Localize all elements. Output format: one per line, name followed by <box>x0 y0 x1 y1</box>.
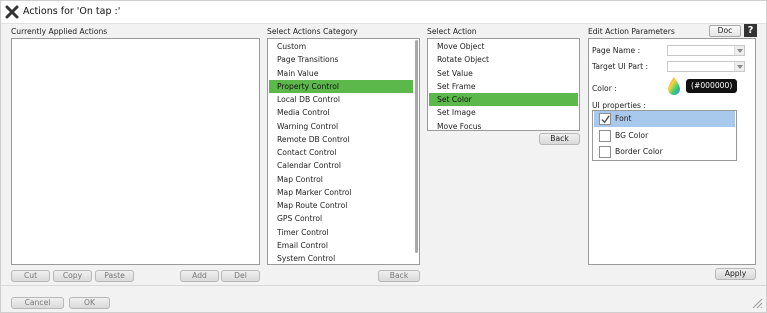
ui-property-label: Font <box>615 114 632 123</box>
add-button[interactable]: Add <box>180 270 219 282</box>
copy-button[interactable]: Copy <box>53 270 92 282</box>
category-item[interactable]: Media Control <box>269 106 413 119</box>
checkbox-checked-icon[interactable] <box>599 113 611 125</box>
target-ui-part-label: Target UI Part : <box>592 62 649 71</box>
target-ui-part-dropdown[interactable] <box>667 61 745 72</box>
action-item[interactable]: Rotate Object <box>429 53 578 66</box>
params-heading: Edit Action Parameters <box>588 27 675 36</box>
color-picker-icon[interactable] <box>668 77 680 95</box>
category-item[interactable]: GPS Control <box>269 212 413 225</box>
category-item[interactable]: Timer Control <box>269 226 413 239</box>
ui-properties-list[interactable]: Font BG Color Border Color <box>592 110 737 161</box>
ui-properties-label: UI properties : <box>592 101 646 110</box>
category-item[interactable]: Map Control <box>269 173 413 186</box>
applied-actions-heading: Currently Applied Actions <box>11 27 108 36</box>
paste-button[interactable]: Paste <box>95 270 134 282</box>
category-item[interactable]: Remote DB Control <box>269 133 413 146</box>
close-icon[interactable] <box>5 5 19 19</box>
chevron-down-icon <box>734 62 744 71</box>
checkbox-icon[interactable] <box>599 146 611 158</box>
action-item[interactable]: Move Focus <box>429 120 578 133</box>
action-back-button[interactable]: Back <box>539 133 580 145</box>
category-item[interactable]: Custom <box>269 40 413 53</box>
footer-divider <box>1 285 766 286</box>
category-item[interactable]: Warning Control <box>269 120 413 133</box>
category-heading: Select Actions Category <box>267 27 358 36</box>
ui-property-row[interactable]: Font <box>594 111 735 127</box>
ui-property-label: Border Color <box>615 147 663 156</box>
action-item[interactable]: Set Image <box>429 106 578 119</box>
category-item[interactable]: System Control <box>269 252 413 265</box>
color-value-chip[interactable]: (#000000) <box>686 79 738 93</box>
action-list[interactable]: Move Object Rotate Object Set Value Set Fra… <box>427 38 580 131</box>
action-item[interactable]: Set Color <box>429 93 578 106</box>
resize-grip-icon[interactable] <box>749 295 763 309</box>
help-icon[interactable]: ? <box>744 24 757 37</box>
category-item[interactable]: Calendar Control <box>269 159 413 172</box>
ui-property-row[interactable]: Border Color <box>594 144 735 160</box>
chevron-down-icon <box>734 46 744 55</box>
category-scrollbar[interactable] <box>415 40 418 253</box>
category-back-button[interactable]: Back <box>378 270 420 282</box>
category-item[interactable]: Map Marker Control <box>269 186 413 199</box>
doc-button[interactable]: Doc <box>709 25 741 37</box>
checkbox-icon[interactable] <box>599 129 611 142</box>
category-item[interactable]: Map Route Control <box>269 199 413 212</box>
window-title: Actions for 'On tap :' <box>23 6 121 17</box>
page-name-label: Page Name : <box>592 46 641 55</box>
apply-button[interactable]: Apply <box>715 268 756 280</box>
title-bar: Actions for 'On tap :' <box>1 1 766 24</box>
category-item[interactable]: Page Transitions <box>269 53 413 66</box>
color-label: Color : <box>592 84 617 93</box>
del-button[interactable]: Del <box>221 270 260 282</box>
category-item[interactable]: Main Value <box>269 67 413 80</box>
cancel-button[interactable]: Cancel <box>11 297 64 309</box>
category-item[interactable]: Contact Control <box>269 146 413 159</box>
params-panel: Page Name : Target UI Part : Color : (#0… <box>588 38 756 265</box>
category-item[interactable]: Property Control <box>269 79 413 93</box>
ui-property-label: BG Color <box>615 130 649 140</box>
action-item[interactable]: Set Value <box>429 67 578 80</box>
actions-dialog: Actions for 'On tap :' Currently Applied… <box>0 0 767 313</box>
category-list[interactable]: Custom Page Transitions Main Value Property… <box>267 38 420 265</box>
category-item[interactable]: Local DB Control <box>269 93 413 106</box>
cut-button[interactable]: Cut <box>11 270 50 282</box>
category-item[interactable]: Email Control <box>269 239 413 252</box>
action-heading: Select Action <box>427 27 477 36</box>
ok-button[interactable]: OK <box>69 297 110 309</box>
action-item[interactable]: Move Object <box>429 40 578 53</box>
page-name-dropdown[interactable] <box>667 45 745 56</box>
action-item[interactable]: Set Frame <box>429 80 578 93</box>
applied-actions-list[interactable] <box>11 38 260 265</box>
ui-property-row[interactable]: BG Color <box>594 128 735 144</box>
